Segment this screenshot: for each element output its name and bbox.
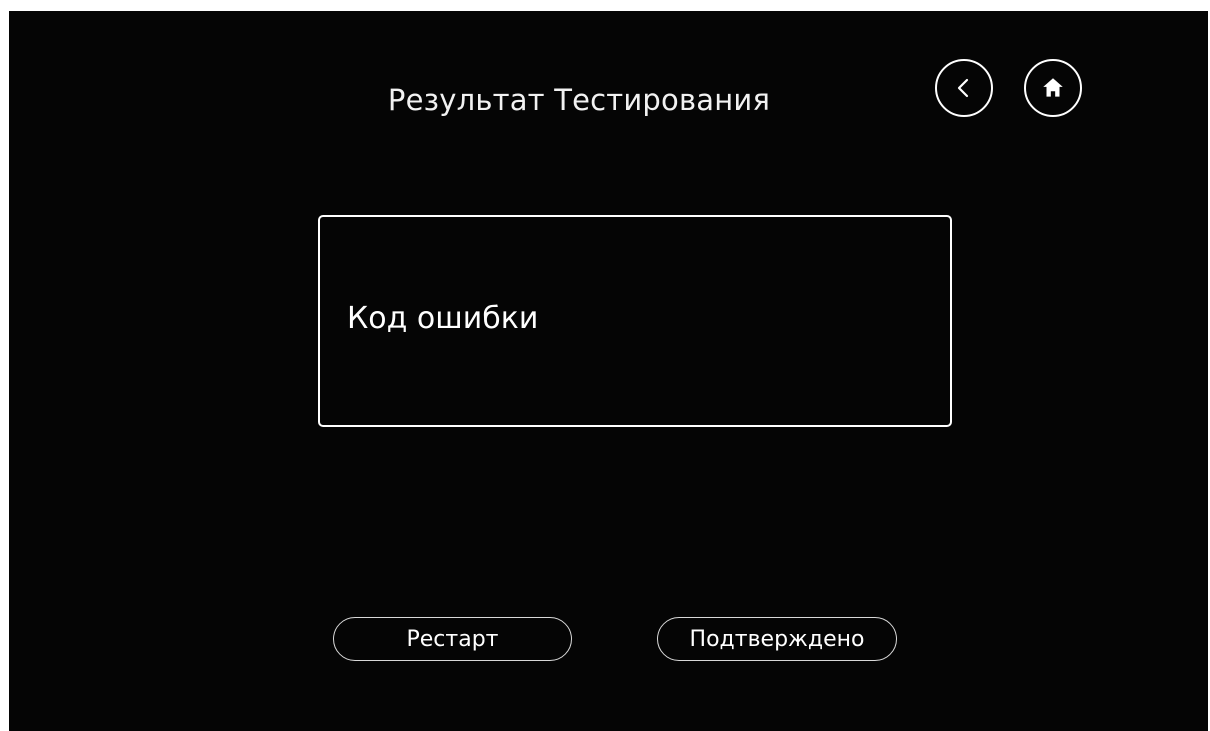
error-code-panel: Код ошибки: [318, 215, 952, 427]
test-result-screen: Результат Тестирования Код ошибки Рестар…: [9, 11, 1208, 731]
error-code-label: Код ошибки: [347, 301, 539, 336]
home-icon: [1043, 78, 1063, 97]
confirm-button[interactable]: Подтверждено: [657, 617, 897, 661]
page-title: Результат Тестирования: [387, 83, 771, 117]
restart-button[interactable]: Рестарт: [333, 617, 572, 661]
back-button[interactable]: [935, 59, 993, 117]
chevron-left-icon: [957, 78, 969, 98]
home-button[interactable]: [1024, 59, 1082, 117]
